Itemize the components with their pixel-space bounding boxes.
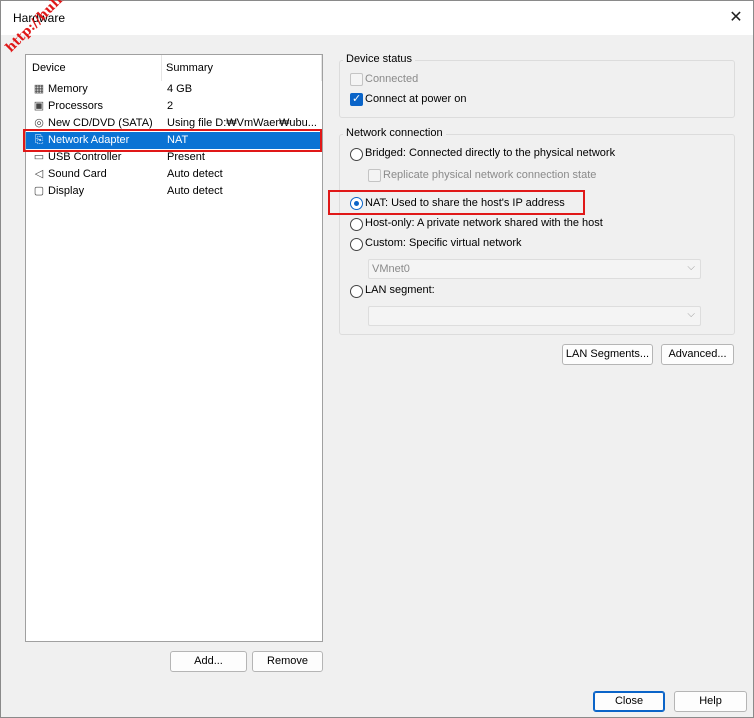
device-row-memory[interactable]: ▦ Memory 4 GB (26, 81, 322, 98)
advanced-button[interactable]: Advanced... (661, 344, 734, 365)
lan-segments-button[interactable]: LAN Segments... (562, 344, 653, 365)
hardware-dialog: Hardware ✕ http://hulkr Device Summary ▦… (0, 0, 754, 718)
processor-icon: ▣ (33, 100, 45, 112)
custom-radio[interactable] (350, 238, 363, 251)
connected-checkbox[interactable] (350, 73, 363, 86)
device-name: Memory (48, 83, 88, 95)
remove-button[interactable]: Remove (252, 651, 323, 672)
host-only-label: Host-only: A private network shared with… (365, 217, 603, 229)
close-button[interactable]: Close (593, 691, 665, 712)
device-summary: Auto detect (167, 185, 223, 197)
custom-network-select[interactable]: VMnet0 ⌵ (368, 259, 701, 279)
add-button[interactable]: Add... (170, 651, 247, 672)
custom-label: Custom: Specific virtual network (365, 237, 522, 249)
connect-at-power-on-checkbox[interactable]: ✓ (350, 93, 363, 106)
device-row-display[interactable]: ▢ Display Auto detect (26, 183, 322, 200)
bridged-label: Bridged: Connected directly to the physi… (365, 147, 616, 159)
network-adapter-highlight (23, 129, 322, 152)
device-name: Display (48, 185, 85, 197)
chevron-down-icon: ⌵ (687, 262, 695, 273)
title-bar: Hardware ✕ (1, 1, 753, 35)
device-row-sound-card[interactable]: ◁ Sound Card Auto detect (26, 166, 322, 183)
device-status-title: Device status (343, 53, 416, 65)
check-icon: ✓ (352, 93, 362, 105)
lan-segment-select[interactable]: ⌵ (368, 306, 701, 326)
display-icon: ▢ (33, 185, 45, 197)
memory-icon: ▦ (33, 83, 45, 95)
custom-network-value: VMnet0 (372, 263, 410, 275)
lan-segment-label: LAN segment: (365, 284, 435, 296)
device-row-processors[interactable]: ▣ Processors 2 (26, 98, 322, 115)
network-connection-group (339, 134, 735, 335)
network-connection-title: Network connection (343, 127, 446, 139)
device-name: Processors (48, 100, 104, 112)
connected-label: Connected (365, 73, 419, 85)
help-button[interactable]: Help (674, 691, 747, 712)
sound-card-icon: ◁ (34, 168, 44, 180)
host-only-radio[interactable] (350, 218, 363, 231)
replicate-label: Replicate physical network connection st… (383, 169, 597, 181)
replicate-checkbox[interactable] (368, 169, 381, 182)
bridged-radio[interactable] (350, 148, 363, 161)
device-column-header[interactable]: Device (26, 55, 162, 81)
summary-column-header[interactable]: Summary (162, 55, 322, 81)
device-status-group (339, 60, 735, 118)
device-name: Sound Card (48, 168, 107, 180)
nat-highlight (328, 190, 585, 215)
device-summary: 2 (167, 100, 174, 112)
chevron-down-icon: ⌵ (687, 309, 695, 320)
device-summary: 4 GB (167, 83, 193, 95)
lan-segment-radio[interactable] (350, 285, 363, 298)
device-summary: Auto detect (167, 168, 223, 180)
usb-icon: ▭ (33, 151, 45, 163)
connect-at-power-on-label: Connect at power on (365, 93, 467, 105)
close-icon[interactable]: ✕ (725, 7, 747, 29)
